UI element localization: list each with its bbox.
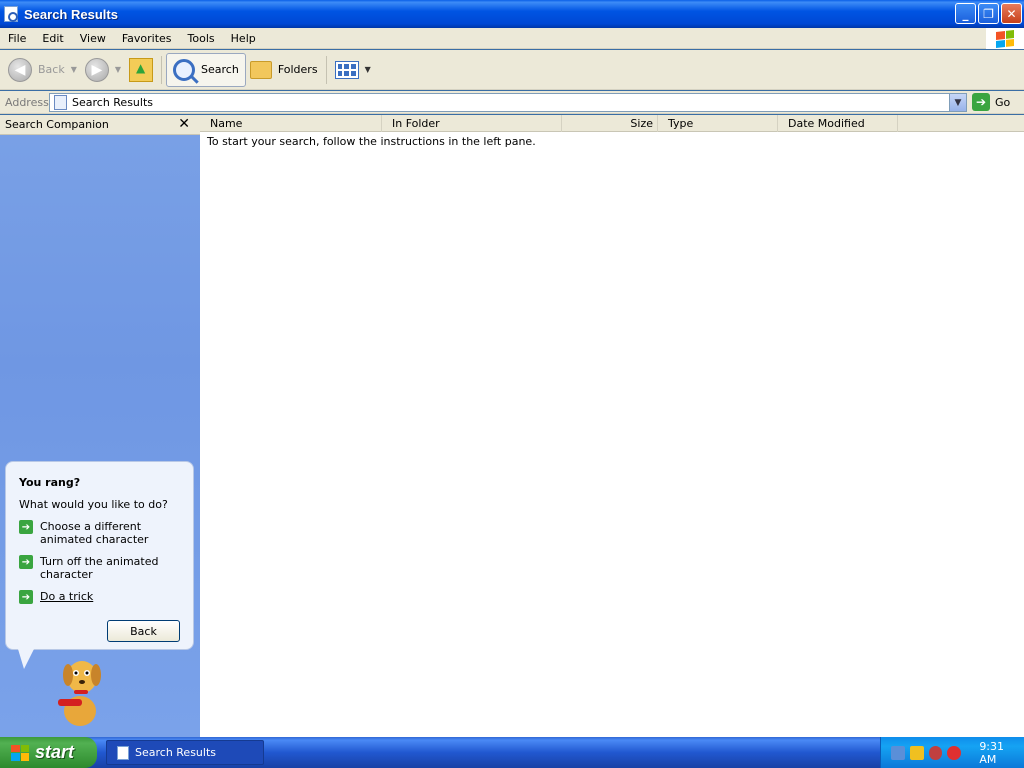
arrow-icon: ➔ (19, 520, 33, 534)
windows-flag-icon (11, 744, 29, 761)
page-icon (54, 95, 67, 110)
close-icon[interactable]: ✕ (178, 116, 190, 132)
menu-help[interactable]: Help (223, 32, 264, 45)
column-headers: Name In Folder Size Type Date Modified (200, 115, 1024, 132)
balloon-back-button[interactable]: Back (107, 620, 180, 642)
column-size[interactable]: Size (562, 115, 658, 132)
start-button[interactable]: start (0, 737, 97, 768)
search-results-icon (4, 6, 18, 22)
menu-file[interactable]: File (0, 32, 34, 45)
option-turn-off-character[interactable]: ➔ Turn off the animated character (19, 555, 180, 581)
menu-view[interactable]: View (72, 32, 114, 45)
go-button[interactable]: ➔ Go (972, 93, 1010, 111)
security-shield-icon[interactable] (909, 745, 924, 760)
column-type[interactable]: Type (658, 115, 778, 132)
network-icon[interactable] (891, 745, 905, 760)
search-label: Search (201, 63, 239, 76)
system-tray: 9:31 AM (880, 737, 1024, 768)
assistant-balloon: You rang? What would you like to do? ➔ C… (5, 461, 194, 650)
column-in-folder[interactable]: In Folder (382, 115, 562, 132)
menu-tools[interactable]: Tools (180, 32, 223, 45)
taskbar-task-label: Search Results (135, 746, 217, 759)
antivirus-icon[interactable] (928, 745, 943, 760)
standard-toolbar: ◀ Back ▼ ▶ ▼ Search Folders ▼ (0, 50, 1024, 90)
search-companion-pane: Search Companion ✕ You rang? What would … (0, 115, 200, 737)
menu-bar: File Edit View Favorites Tools Help (0, 28, 1024, 49)
title-bar: Search Results _ ❐ ✕ (0, 0, 1024, 28)
up-folder-icon (129, 57, 154, 82)
address-value: Search Results (72, 96, 154, 109)
column-date-modified[interactable]: Date Modified (778, 115, 898, 132)
search-button[interactable]: Search (166, 52, 246, 87)
alert-icon[interactable] (947, 745, 962, 760)
search-results-icon (117, 745, 129, 760)
views-icon (334, 60, 359, 79)
arrow-icon: ➔ (19, 590, 33, 604)
back-dropdown-icon[interactable]: ▼ (71, 65, 77, 74)
search-companion-header: Search Companion ✕ (0, 115, 200, 135)
address-label: Address (5, 95, 49, 109)
back-button[interactable]: ◀ Back ▼ (4, 53, 81, 87)
clock: 9:31 AM (979, 739, 1005, 766)
views-dropdown-icon[interactable]: ▼ (365, 65, 371, 74)
address-dropdown-icon[interactable]: ▼ (949, 94, 966, 111)
results-message: To start your search, follow the instruc… (207, 135, 536, 148)
folders-icon (249, 60, 272, 79)
up-button[interactable] (125, 53, 157, 87)
forward-dropdown-icon[interactable]: ▼ (115, 65, 121, 74)
address-field[interactable]: Search Results ▼ (49, 93, 967, 112)
menu-edit[interactable]: Edit (34, 32, 71, 45)
close-window-button[interactable]: ✕ (1001, 3, 1022, 24)
balloon-title: You rang? (19, 476, 81, 489)
back-icon: ◀ (8, 57, 32, 82)
search-icon (173, 58, 196, 81)
option-choose-character[interactable]: ➔ Choose a different animated character (19, 520, 180, 546)
arrow-icon: ➔ (19, 555, 33, 569)
balloon-tail (18, 649, 34, 669)
forward-icon: ▶ (84, 57, 109, 82)
search-companion-title: Search Companion (5, 118, 109, 131)
address-bar: Address Search Results ▼ ➔ Go (0, 91, 1024, 114)
option-label: Do a trick (40, 590, 94, 603)
results-pane: Name In Folder Size Type Date Modified T… (200, 115, 1024, 737)
taskbar-search-results[interactable]: Search Results (106, 740, 264, 765)
option-do-a-trick[interactable]: ➔ Do a trick (19, 590, 180, 604)
go-icon: ➔ (972, 93, 990, 111)
menu-favorites[interactable]: Favorites (114, 32, 180, 45)
window-title: Search Results (24, 6, 118, 22)
forward-button[interactable]: ▶ ▼ (81, 53, 125, 87)
start-label: start (35, 742, 75, 762)
views-button[interactable]: ▼ (331, 53, 375, 87)
back-label: Back (38, 63, 65, 76)
search-dog-icon[interactable] (52, 655, 108, 729)
option-label: Turn off the animated character (40, 555, 159, 581)
minimize-button[interactable]: _ (955, 3, 976, 24)
taskbar: start Search Results 9:31 AM (0, 737, 1024, 768)
windows-logo-icon (986, 28, 1024, 49)
restore-button[interactable]: ❐ (978, 3, 999, 24)
folders-label: Folders (277, 63, 318, 76)
folders-button[interactable]: Folders (246, 53, 322, 87)
go-label: Go (995, 95, 1011, 109)
column-name[interactable]: Name (200, 115, 382, 132)
balloon-question: What would you like to do? (19, 498, 168, 511)
option-label: Choose a different animated character (40, 520, 149, 546)
